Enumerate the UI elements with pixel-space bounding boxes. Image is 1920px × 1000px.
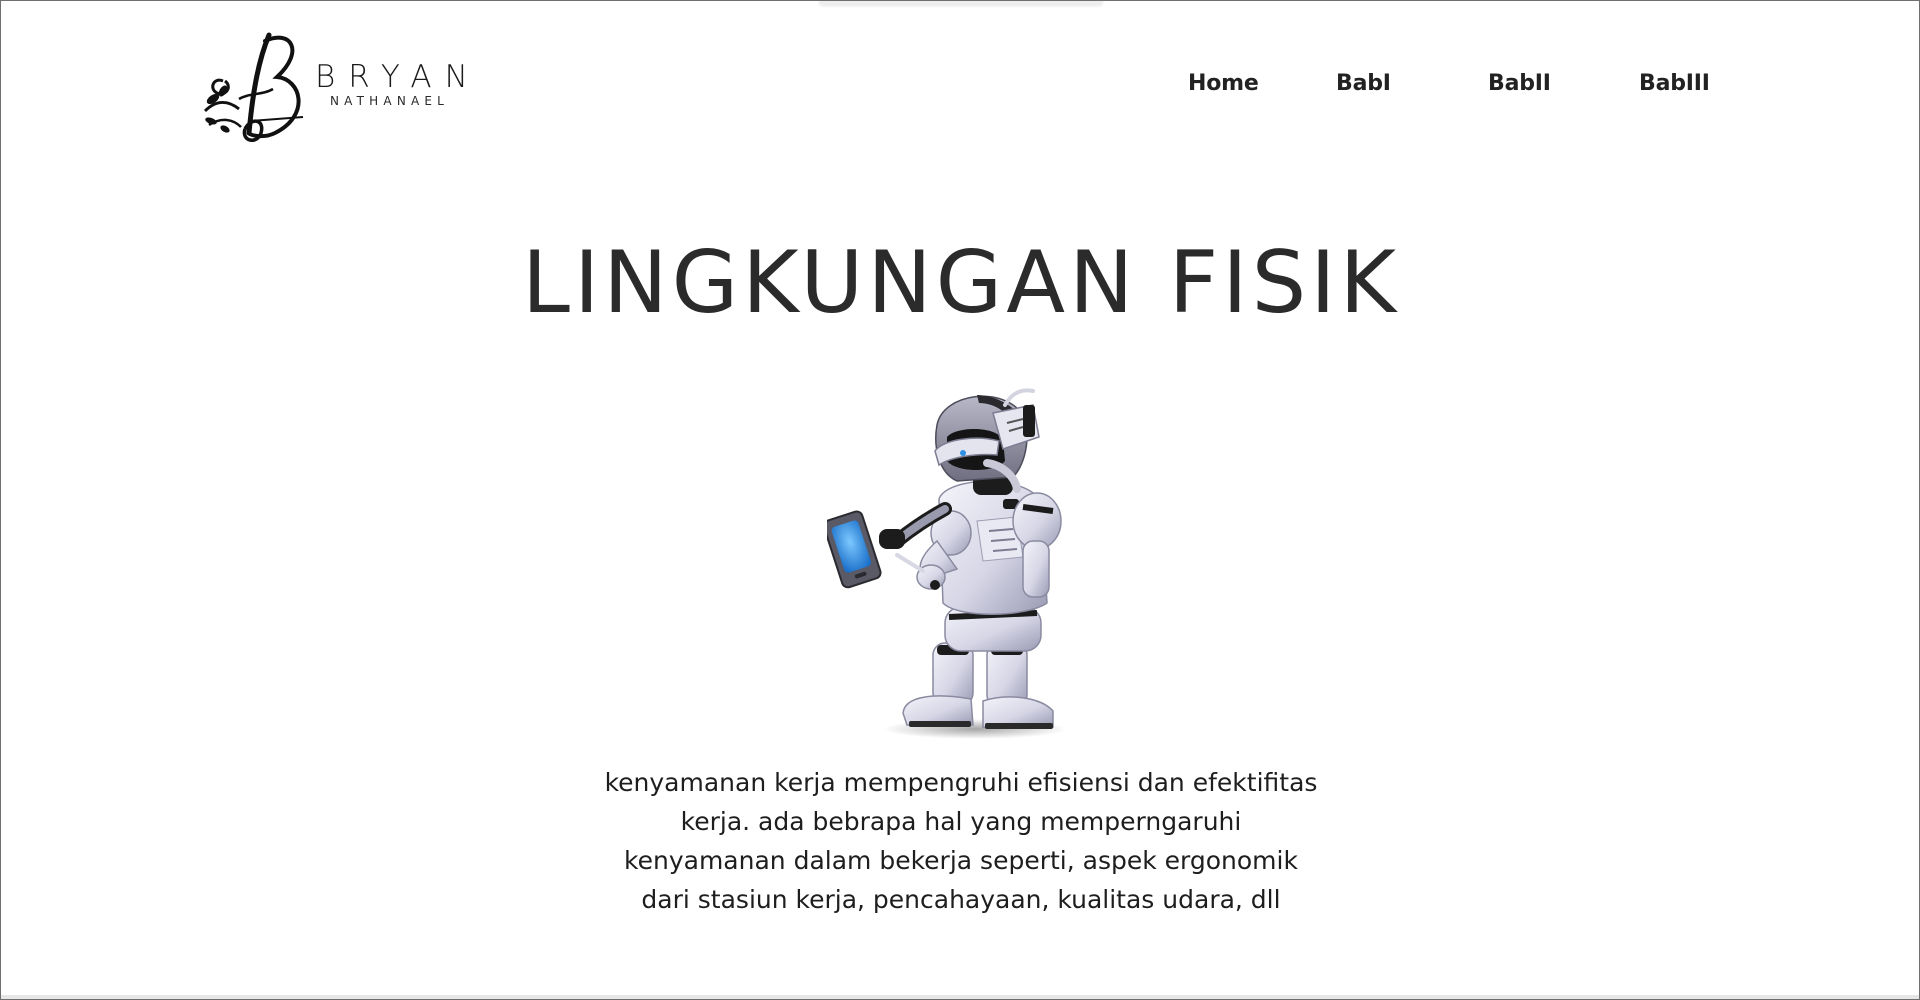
main-nav: Home BabI BabII BabIII: [1187, 71, 1710, 103]
robot-illustration: [827, 388, 1067, 739]
logo-subtitle: NATHANAEL: [330, 94, 450, 108]
bottom-edge: [1, 995, 1919, 999]
nav-item-home[interactable]: Home: [1188, 71, 1259, 96]
top-edge-tab: [819, 1, 1103, 5]
nav-item-bab-1[interactable]: BabI: [1336, 71, 1391, 96]
b-monogram-icon: [203, 32, 304, 142]
page-title: LINGKUNGAN FISIK: [522, 233, 1400, 333]
logo-name: BRYAN: [315, 59, 481, 95]
browser-viewport: BRYAN NATHANAEL Home BabI BabII BabIII L…: [0, 0, 1920, 1000]
section-description: kenyamanan kerja mempengruhi efisiensi d…: [604, 768, 1318, 914]
nav-item-bab-3[interactable]: BabIII: [1639, 71, 1710, 96]
site-logo[interactable]: BRYAN NATHANAEL: [199, 29, 471, 145]
nav-item-bab-2[interactable]: BabII: [1488, 71, 1551, 96]
